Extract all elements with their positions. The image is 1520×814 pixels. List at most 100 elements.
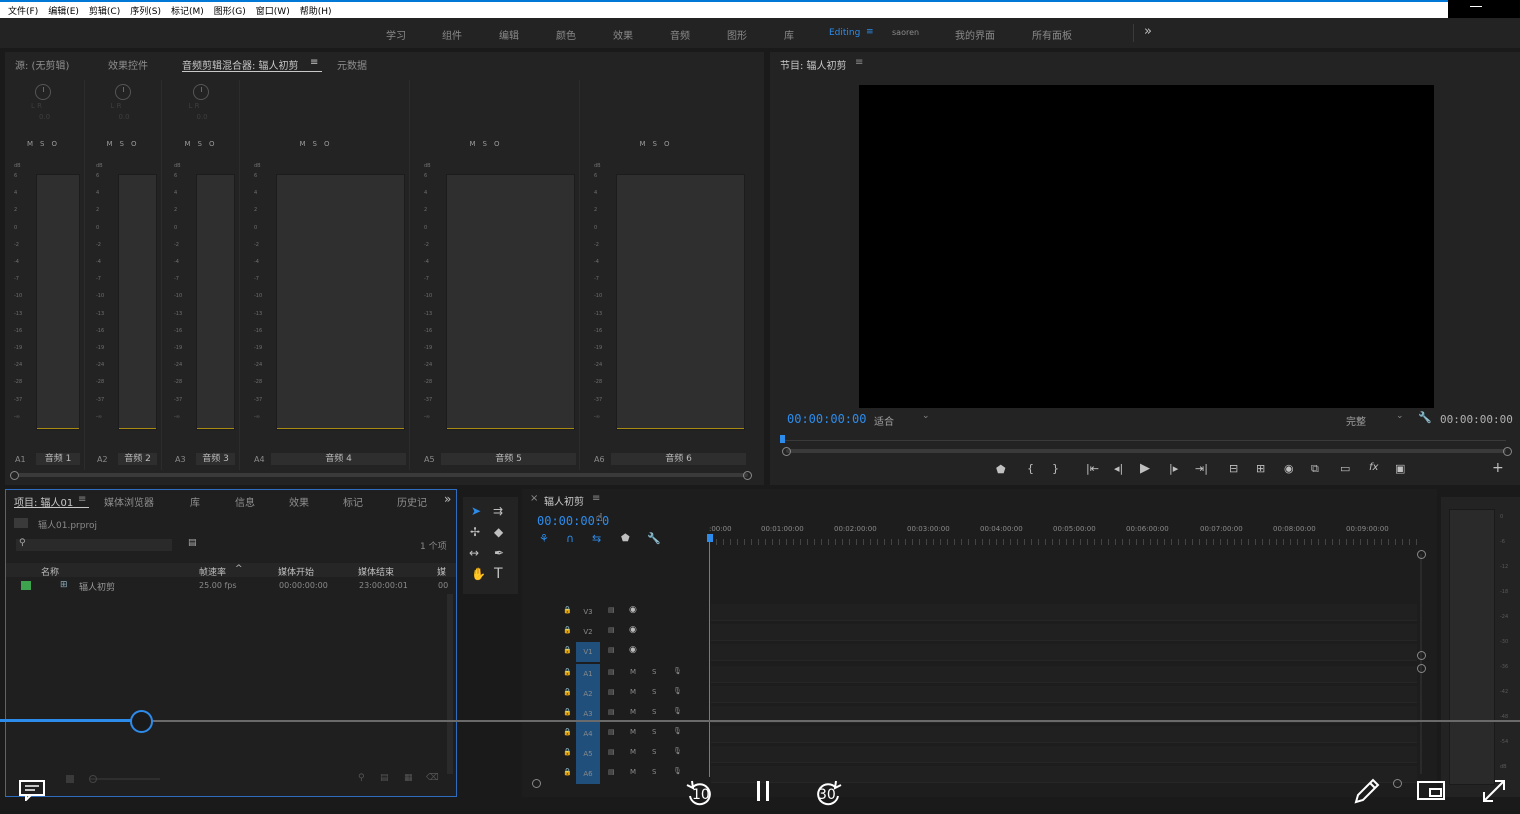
workspace-graphics[interactable]: 图形: [727, 27, 747, 42]
quality-dropdown-chevron-icon[interactable]: ⌄: [1396, 411, 1404, 421]
timeline-marker-icon[interactable]: ⬟: [621, 533, 630, 544]
track-label[interactable]: V3: [576, 602, 600, 622]
fit-dropdown-chevron-icon[interactable]: ⌄: [922, 411, 930, 421]
menu-file[interactable]: 文件(F): [8, 4, 38, 17]
column-media-start[interactable]: 媒体开始: [278, 565, 314, 578]
pause-icon[interactable]: [754, 779, 772, 803]
mute-button[interactable]: M: [630, 708, 636, 716]
program-menu-icon[interactable]: ≡: [855, 57, 863, 68]
timeline-hscroll-start-handle[interactable]: [532, 779, 541, 788]
mark-in-icon[interactable]: {: [1027, 462, 1034, 475]
menu-markers[interactable]: 标记(M): [171, 4, 204, 17]
sync-lock-icon[interactable]: ▤: [608, 606, 615, 614]
microphone-icon[interactable]: 🎙: [673, 767, 682, 775]
sequence-name[interactable]: 辐人初剪: [79, 580, 115, 593]
go-to-out-icon[interactable]: ⇥|: [1195, 462, 1208, 475]
project-zoom-handle[interactable]: [89, 775, 97, 783]
microphone-icon[interactable]: 🎙: [673, 747, 682, 755]
fullscreen-icon[interactable]: [1479, 776, 1509, 806]
pan-knob-icon[interactable]: [114, 84, 131, 100]
mixer-scroll-end-handle[interactable]: [743, 471, 752, 480]
slip-tool-icon[interactable]: ↔: [469, 546, 479, 560]
video-progress-knob[interactable]: [130, 710, 153, 733]
sync-lock-icon[interactable]: ▤: [608, 646, 615, 654]
track-label[interactable]: A1: [576, 664, 600, 684]
extract-icon[interactable]: ⊞: [1256, 462, 1265, 475]
track-label[interactable]: A4: [576, 724, 600, 744]
mute-button[interactable]: M: [630, 668, 636, 676]
column-media-extra[interactable]: 媒: [437, 565, 446, 578]
channel-name-label[interactable]: 音频 3: [196, 453, 235, 465]
ripple-edit-tool-icon[interactable]: ✢: [470, 525, 480, 539]
mixer-scrollbar[interactable]: [18, 473, 748, 477]
tab-libraries[interactable]: 库: [190, 494, 200, 509]
mute-button[interactable]: M: [630, 748, 636, 756]
new-bin-from-search-icon[interactable]: ▤: [188, 538, 197, 548]
go-to-in-icon[interactable]: |⇤: [1086, 462, 1099, 475]
mute-solo-record-buttons[interactable]: MSO: [27, 140, 64, 148]
find-icon[interactable]: ⚲: [358, 773, 365, 783]
video-progress-track[interactable]: [0, 720, 1520, 722]
snap-icon[interactable]: ∩: [566, 532, 574, 545]
sync-lock-icon[interactable]: ▤: [608, 708, 615, 716]
sync-lock-icon[interactable]: ▤: [608, 626, 615, 634]
mixer-menu-icon[interactable]: ≡: [310, 57, 318, 68]
microphone-icon[interactable]: 🎙: [673, 687, 682, 695]
sync-lock-icon[interactable]: ▤: [608, 728, 615, 736]
captions-icon[interactable]: [18, 779, 46, 801]
microphone-icon[interactable]: 🎙: [673, 707, 682, 715]
project-tabs-overflow-icon[interactable]: »: [444, 492, 451, 506]
channel-name-label[interactable]: 音频 5: [441, 453, 576, 465]
track-label[interactable]: V1: [576, 642, 600, 662]
solo-button[interactable]: S: [652, 748, 656, 756]
track-label[interactable]: A2: [576, 684, 600, 704]
channel-name-label[interactable]: 音频 6: [611, 453, 746, 465]
sort-ascending-icon[interactable]: ^: [235, 564, 243, 574]
solo-button[interactable]: S: [652, 768, 656, 776]
track-header-a1[interactable]: 🔒 A1 ▤ M S 🎙: [525, 664, 705, 684]
mute-solo-record-buttons[interactable]: MSO: [300, 140, 337, 148]
timeline-vscroll-top-handle[interactable]: [1417, 550, 1426, 559]
picture-in-picture-icon[interactable]: [1416, 780, 1446, 802]
track-select-tool-icon[interactable]: ⇉: [493, 504, 503, 518]
solo-button[interactable]: S: [652, 668, 656, 676]
workspace-all-panels[interactable]: 所有面板: [1032, 27, 1072, 42]
hand-tool-icon[interactable]: ✋: [471, 567, 486, 581]
track-label[interactable]: A5: [576, 744, 600, 764]
track-lane[interactable]: [711, 604, 1417, 621]
linked-selection-icon[interactable]: ⇆: [592, 532, 601, 545]
project-vertical-scrollbar[interactable]: [447, 594, 453, 774]
tab-media-browser[interactable]: 媒体浏览器: [104, 494, 154, 509]
tab-metadata[interactable]: 元数据: [337, 57, 367, 72]
tab-audio-clip-mixer[interactable]: 音频剪辑混合器: 辐人初剪: [182, 57, 299, 72]
workspace-libraries[interactable]: 库: [784, 27, 794, 42]
track-header-v1[interactable]: 🔒 V1 ▤ ◉: [525, 642, 705, 662]
sync-lock-icon[interactable]: ▤: [608, 748, 615, 756]
razor-tool-icon[interactable]: ◆: [494, 525, 503, 539]
sync-lock-icon[interactable]: ▤: [608, 668, 615, 676]
track-lane[interactable]: [711, 624, 1417, 641]
tab-markers[interactable]: 标记: [343, 494, 363, 509]
wrench-icon[interactable]: 🔧: [1418, 411, 1432, 424]
solo-button[interactable]: S: [652, 688, 656, 696]
track-label[interactable]: A6: [576, 764, 600, 784]
eye-icon[interactable]: ◉: [629, 645, 637, 655]
mute-button[interactable]: M: [630, 728, 636, 736]
workspace-menu-icon[interactable]: ≡: [866, 27, 874, 37]
lock-icon[interactable]: 🔒: [563, 748, 572, 756]
mute-solo-record-buttons[interactable]: MSO: [185, 140, 222, 148]
timeline-title[interactable]: 辐人初剪: [544, 493, 584, 508]
workspace-color[interactable]: 颜色: [556, 27, 576, 42]
project-menu-icon[interactable]: ≡: [78, 494, 86, 505]
new-item-icon[interactable]: ▦: [404, 773, 413, 783]
column-media-end[interactable]: 媒体结束: [358, 565, 394, 578]
mute-button[interactable]: M: [630, 768, 636, 776]
lock-icon[interactable]: 🔒: [563, 728, 572, 736]
track-lane[interactable]: [711, 746, 1417, 763]
program-zoom-end-handle[interactable]: [1503, 447, 1512, 456]
mark-out-icon[interactable]: }: [1052, 462, 1059, 475]
quality-dropdown[interactable]: 完整: [1346, 413, 1366, 428]
microphone-icon[interactable]: 🎙: [673, 667, 682, 675]
menu-sequence[interactable]: 序列(S): [130, 4, 161, 17]
pen-tool-icon[interactable]: ✒: [494, 546, 504, 560]
